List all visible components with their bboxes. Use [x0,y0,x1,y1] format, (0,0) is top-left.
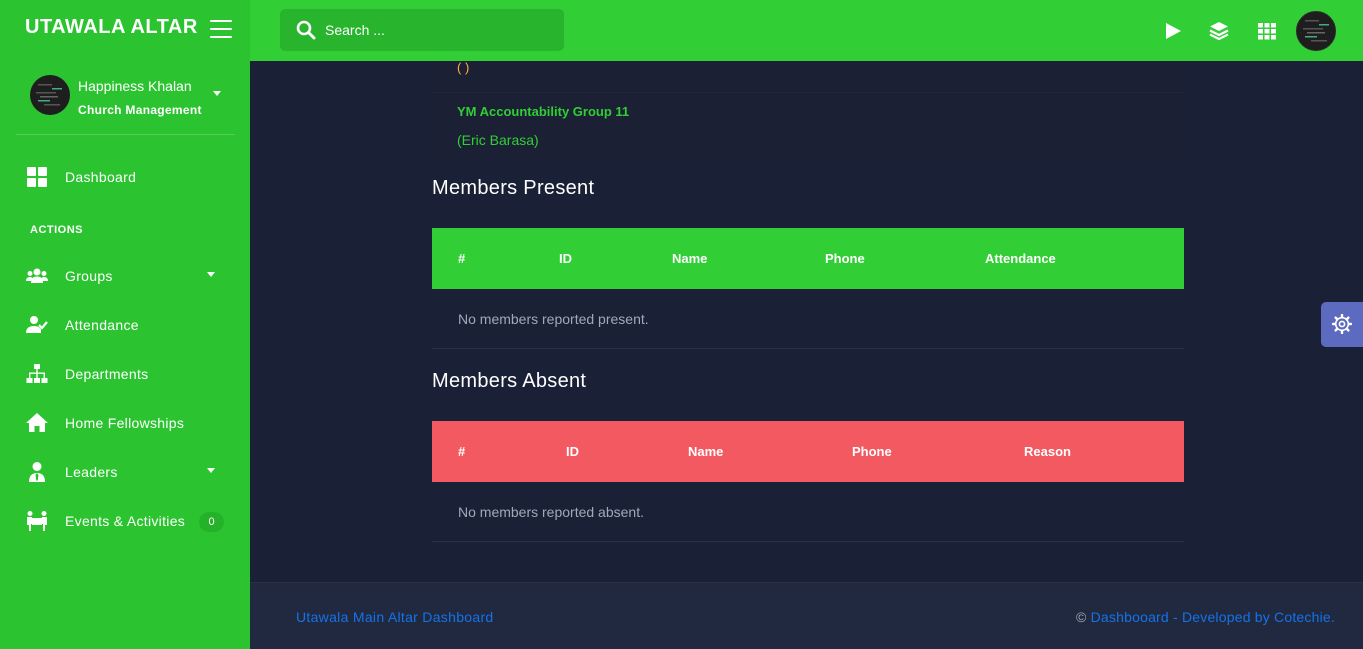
sidebar-item-home-fellowships[interactable]: Home Fellowships [0,404,250,444]
empty-message: No members reported present. [458,311,649,327]
footer-link[interactable]: Utawala Main Altar Dashboard [296,609,494,625]
group-card: ( ) YM Accountability Group 11 (Eric Bar… [432,60,1184,156]
user-avatar[interactable] [30,75,70,115]
sidebar-item-label: Groups [65,268,113,284]
user-name: Happiness Khalan [78,78,192,94]
settings-button[interactable] [1321,302,1363,347]
column-header[interactable]: Name [688,444,723,459]
previous-leader-text: ( ) [457,60,470,75]
profile-avatar[interactable] [1296,11,1336,51]
column-header[interactable]: Phone [852,444,892,459]
sidebar-item-departments[interactable]: Departments [0,355,250,395]
play-icon[interactable] [1163,21,1183,41]
column-header[interactable]: Reason [1024,444,1071,459]
table-row: No members reported absent. [432,482,1184,542]
section-heading: ACTIONS [30,224,83,236]
table-row: No members reported present. [432,289,1184,349]
present-table-header: # ID Name Phone Attendance [432,228,1184,289]
brand-header: UTAWALA ALTAR [0,0,250,61]
user-check-icon [26,316,48,333]
copyright-symbol: © [1076,609,1091,625]
menu-toggle-icon[interactable] [210,20,232,38]
sidebar-item-leaders[interactable]: Leaders [0,453,250,493]
sidebar-item-label: Dashboard [65,169,137,185]
chevron-down-icon[interactable] [213,91,221,96]
users-icon [26,268,48,283]
footer-credit: © Dashbooard - Developed by Cotechie. [1076,609,1335,625]
search-icon[interactable] [296,20,316,40]
sidebar-item-attendance[interactable]: Attendance [0,306,250,346]
sidebar-item-label: Departments [65,366,149,382]
sidebar-item-groups[interactable]: Groups [0,257,250,297]
column-header[interactable]: ID [566,444,579,459]
search-box [280,9,564,51]
column-header[interactable]: # [458,444,465,459]
sitemap-icon [26,364,48,383]
column-header[interactable]: ID [559,251,572,266]
column-header[interactable]: Phone [825,251,865,266]
user-block[interactable]: Happiness Khalan Church Management [16,61,235,135]
dashboard-icon [27,167,47,187]
apps-grid-icon[interactable] [1257,21,1277,41]
chevron-down-icon [207,272,215,277]
group-leader: (Eric Barasa) [457,132,539,148]
gear-icon [1332,314,1352,334]
user-tie-icon [29,462,45,482]
column-header[interactable]: Name [672,251,707,266]
sidebar-item-label: Attendance [65,317,139,333]
search-input[interactable] [325,9,555,51]
footer: Utawala Main Altar Dashboard © Dashbooar… [250,582,1363,649]
absent-table-header: # ID Name Phone Reason [432,421,1184,482]
column-header[interactable]: Attendance [985,251,1056,266]
group-card-row: ( ) [432,60,1184,93]
empty-message: No members reported absent. [458,504,644,520]
sidebar-item-label: Events & Activities [65,513,186,529]
chevron-down-icon [207,468,215,473]
group-title: YM Accountability Group 11 [457,104,630,119]
people-carry-icon [27,511,47,531]
user-role: Church Management [78,103,202,117]
credit-link[interactable]: Dashbooard - Developed by Cotechie. [1091,609,1335,625]
home-icon [26,413,48,432]
sidebar-item-events-activities[interactable]: Events & Activities 0 [0,502,250,542]
members-absent-title: Members Absent [432,370,587,392]
layers-icon[interactable] [1209,21,1229,41]
sidebar-item-dashboard[interactable]: Dashboard [0,158,250,198]
brand-name[interactable]: UTAWALA ALTAR [25,16,198,39]
sidebar: Happiness Khalan Church Management Dashb… [0,61,250,649]
sidebar-item-label: Leaders [65,464,118,480]
events-count-badge: 0 [199,512,224,532]
topbar: UTAWALA ALTAR [0,0,1363,61]
members-present-title: Members Present [432,177,595,199]
sidebar-item-label: Home Fellowships [65,415,185,431]
column-header[interactable]: # [458,251,465,266]
